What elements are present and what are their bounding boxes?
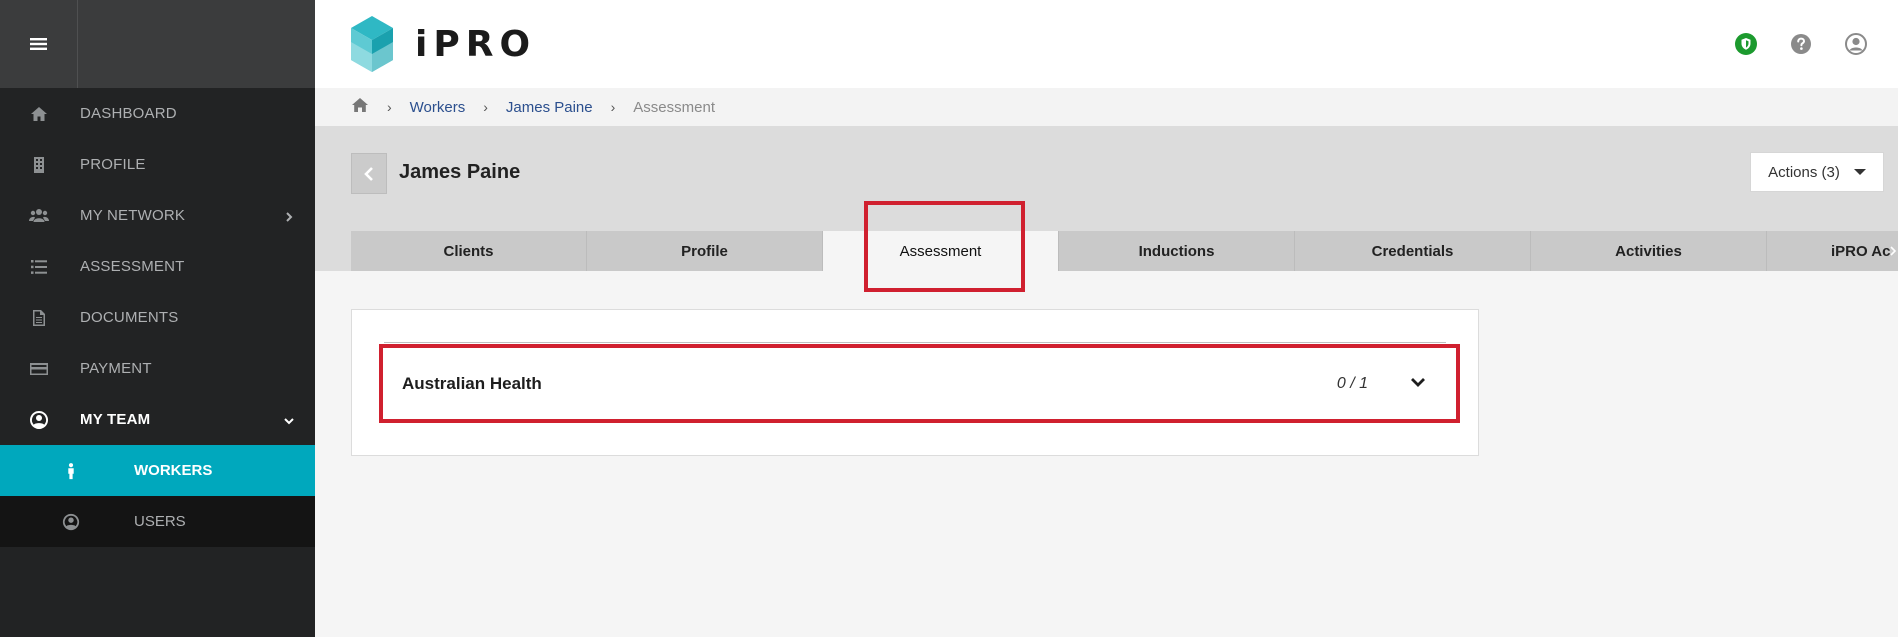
shield-badge-button[interactable]	[1734, 32, 1758, 56]
assessment-title: Australian Health	[402, 374, 542, 393]
home-icon	[0, 104, 80, 124]
sidebar-subitem-label: WORKERS	[134, 462, 213, 479]
caret-down-icon	[1853, 169, 1866, 175]
sidebar-subitem-users[interactable]: USERS	[0, 496, 315, 547]
sidebar-item-label: PAYMENT	[80, 360, 152, 377]
tab-inductions[interactable]: Inductions	[1059, 231, 1295, 271]
breadcrumb-separator: ›	[610, 99, 616, 115]
sidebar-item-label: ASSESSMENT	[80, 258, 185, 275]
breadcrumb-separator: ›	[387, 99, 392, 115]
breadcrumb-workers-link[interactable]: Workers	[410, 99, 466, 116]
sidebar-item-dashboard[interactable]: DASHBOARD	[0, 88, 315, 139]
shield-icon	[1735, 33, 1757, 55]
list-icon	[0, 257, 80, 277]
home-icon	[352, 98, 368, 112]
worker-tabs: Clients Profile Assessment Inductions Cr…	[351, 231, 1898, 271]
actions-label: Actions (3)	[1768, 163, 1840, 181]
sidebar-item-label: PROFILE	[80, 156, 146, 173]
sidebar-item-label: MY NETWORK	[80, 207, 186, 224]
tab-assessment[interactable]: Assessment	[823, 231, 1059, 271]
sidebar-item-assessment[interactable]: ASSESSMENT	[0, 241, 315, 292]
sidebar-item-label: DOCUMENTS	[80, 309, 179, 326]
top-header: iPRO	[315, 0, 1898, 88]
assessment-accordion-row[interactable]: Australian Health 0 / 1	[382, 348, 1458, 420]
chevron-left-icon	[364, 166, 373, 181]
building-icon	[0, 155, 80, 175]
user-circle-icon	[0, 410, 80, 430]
account-button[interactable]	[1844, 32, 1868, 56]
page-title: James Paine	[399, 161, 521, 183]
document-icon	[0, 308, 80, 328]
header-icons	[1734, 32, 1868, 56]
tab-ipro-activities[interactable]: iPRO Ac	[1767, 231, 1898, 271]
tab-activities[interactable]: Activities	[1531, 231, 1767, 271]
sidebar-item-profile[interactable]: PROFILE	[0, 139, 315, 190]
sidebar-subitem-workers[interactable]: WORKERS	[0, 445, 315, 496]
assessment-progress-count: 0 / 1	[1336, 375, 1368, 392]
menu-toggle-button[interactable]	[0, 0, 78, 88]
user-avatar-icon	[1845, 33, 1867, 55]
sidebar-item-payment[interactable]: PAYMENT	[0, 343, 315, 394]
sidebar: DASHBOARD PROFILE MY NETWORK ASSESSMENT …	[0, 0, 315, 637]
chevron-down-icon	[283, 414, 295, 426]
actions-dropdown-button[interactable]: Actions (3)	[1750, 152, 1884, 192]
sidebar-item-my-network[interactable]: MY NETWORK	[0, 190, 315, 241]
ipro-logo[interactable]: iPRO	[351, 16, 536, 72]
breadcrumb-current: Assessment	[633, 98, 715, 116]
sidebar-item-my-team[interactable]: MY TEAM	[0, 394, 315, 445]
tab-credentials[interactable]: Credentials	[1295, 231, 1531, 271]
sidebar-header	[0, 0, 315, 88]
breadcrumb-separator: ›	[483, 99, 488, 115]
question-icon	[1791, 34, 1811, 54]
sidebar-item-label: MY TEAM	[80, 411, 151, 428]
chevron-down-icon[interactable]	[1410, 375, 1428, 393]
tabs-scroll-right[interactable]	[1888, 231, 1898, 271]
breadcrumb-worker-link[interactable]: James Paine	[506, 99, 593, 116]
person-icon	[0, 462, 134, 480]
help-button[interactable]	[1789, 32, 1813, 56]
credit-card-icon	[0, 359, 80, 379]
divider	[384, 342, 1446, 343]
sidebar-subitem-label: USERS	[134, 513, 186, 530]
hamburger-icon	[29, 38, 47, 50]
user-circle-icon	[0, 513, 134, 531]
chevron-right-icon	[1890, 246, 1896, 256]
sidebar-item-label: DASHBOARD	[80, 105, 177, 122]
sidebar-item-documents[interactable]: DOCUMENTS	[0, 292, 315, 343]
back-button[interactable]	[351, 153, 387, 194]
breadcrumb-home[interactable]	[351, 97, 369, 117]
logo-text: iPRO	[415, 23, 537, 65]
breadcrumb: › Workers › James Paine › Assessment	[315, 88, 1898, 126]
ipro-logo-icon	[351, 16, 393, 72]
chevron-right-icon	[283, 210, 295, 222]
tab-clients[interactable]: Clients	[351, 231, 587, 271]
tab-profile[interactable]: Profile	[587, 231, 823, 271]
assessment-panel: Australian Health 0 / 1	[351, 309, 1479, 456]
users-icon	[0, 206, 80, 226]
